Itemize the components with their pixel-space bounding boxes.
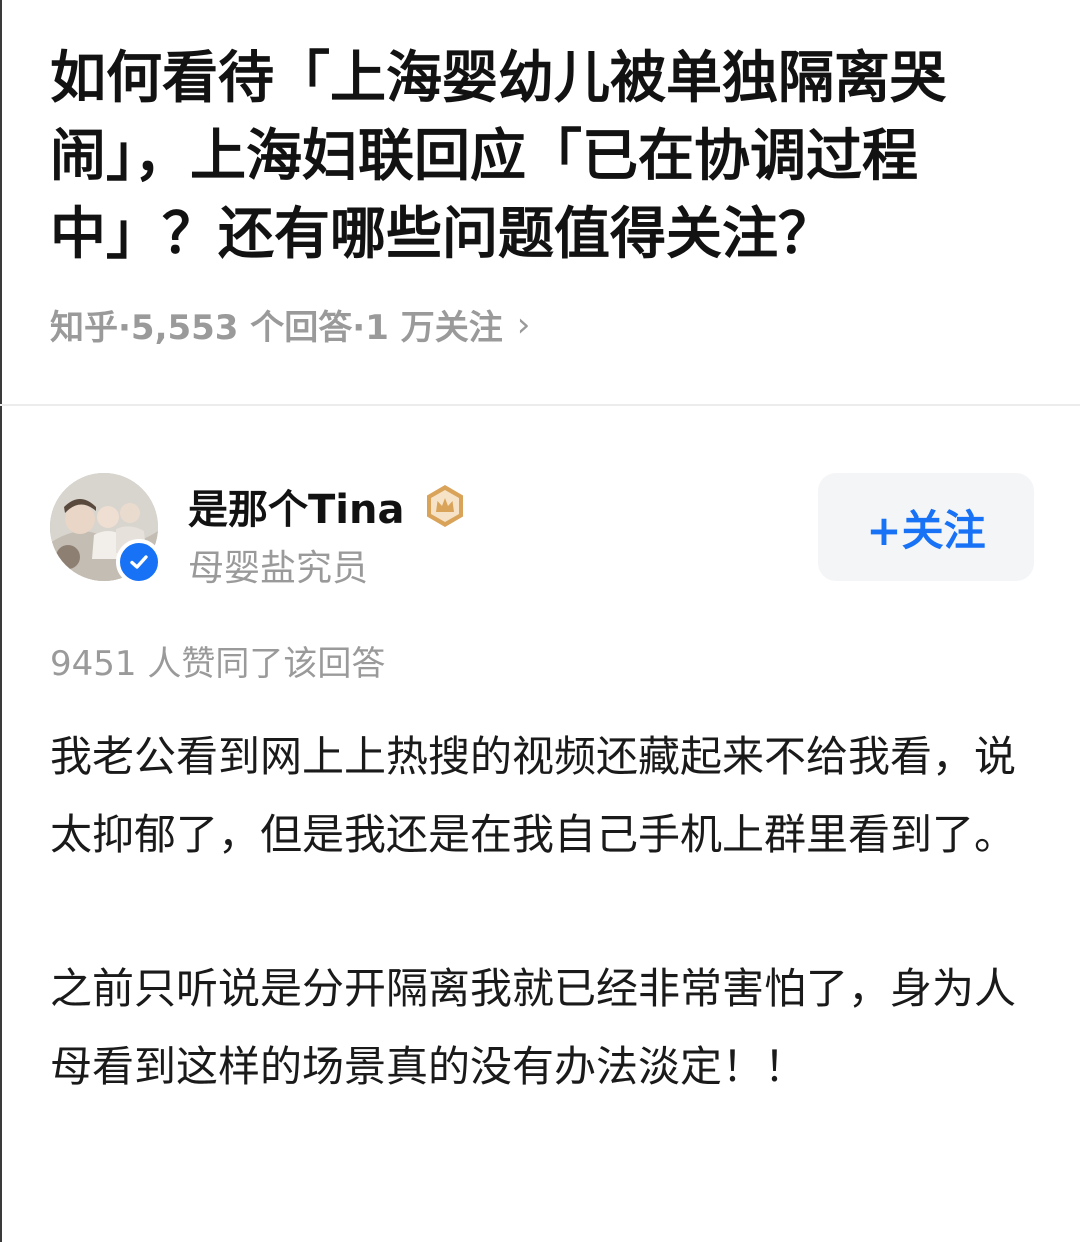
answer-paragraph: 之前只听说是分开隔离我就已经非常害怕了，身为人母看到这样的场景真的没有办法淡定！… [50,964,1017,1091]
chevron-right-icon: › [516,304,531,345]
author-bio: 母婴盐究员 [188,548,369,589]
author-name: 是那个Tina [188,487,405,533]
question-title[interactable]: 如何看待「上海婴幼儿被单独隔离哭闹」，上海妇联回应「已在协调过程中」？还有哪些问… [50,40,1040,274]
follow-button[interactable]: +关注 [818,473,1034,581]
question-meta-text: 知乎·5,553 个回答·1 万关注 [50,308,503,348]
section-divider [0,404,1080,406]
avatar[interactable] [50,473,162,585]
author-card: 是那个Tina 母婴盐究员 +关注 [50,473,1034,589]
window-edge [0,0,2,1242]
answer-paragraph: 我老公看到网上上热搜的视频还藏起来不给我看，说太抑郁了，但是我还是在我自己手机上… [50,732,1017,859]
vote-count: 9451 人赞同了该回答 [50,644,386,684]
verified-check-icon [116,539,162,585]
author-name-row[interactable]: 是那个Tina [188,477,468,535]
question-meta-link[interactable]: 知乎·5,553 个回答·1 万关注 › [50,300,1040,349]
question-header: 如何看待「上海婴幼儿被单独隔离哭闹」，上海妇联回应「已在协调过程中」？还有哪些问… [50,40,1040,349]
crown-badge-icon [427,485,464,527]
answer-content: 我老公看到网上上热搜的视频还藏起来不给我看，说太抑郁了，但是我还是在我自己手机上… [50,718,1020,1182]
